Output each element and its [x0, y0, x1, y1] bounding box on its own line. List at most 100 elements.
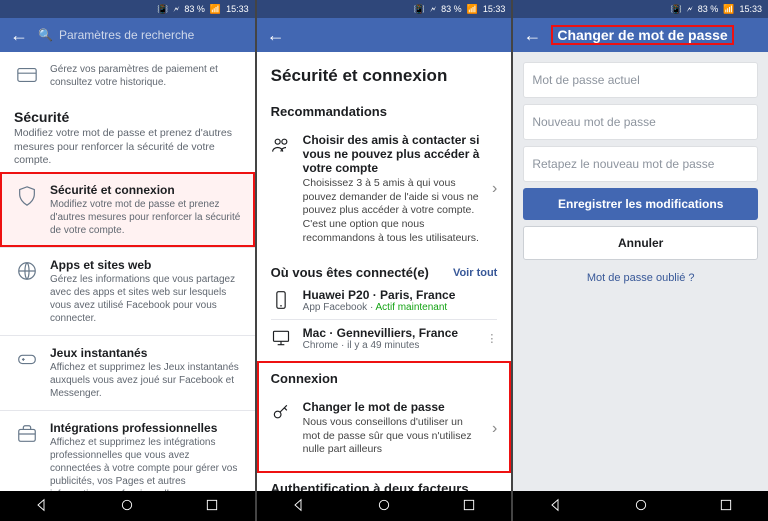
shield-icon: [14, 183, 40, 207]
signal-icon: 📶: [723, 4, 734, 15]
vibrate-icon: 📳: [671, 4, 682, 15]
twofa-header: Authentification à deux facteurs: [257, 473, 512, 491]
row-title: Intégrations professionnelles: [50, 421, 241, 435]
nav-recent[interactable]: [204, 497, 220, 516]
retype-password-input[interactable]: Retapez le nouveau mot de passe: [523, 146, 758, 182]
row-sub: Choisissez 3 à 5 amis à qui vous pouvez …: [303, 177, 482, 245]
battery-percent: 83 %: [441, 4, 462, 14]
row-sub: Nous vous conseillons d'utiliser un mot …: [303, 416, 482, 457]
current-password-input[interactable]: Mot de passe actuel: [523, 62, 758, 98]
business-integrations-row[interactable]: Intégrations professionnellesAffichez et…: [0, 410, 255, 491]
instant-games-row[interactable]: Jeux instantanésAffichez et supprimez le…: [0, 335, 255, 410]
row-sub: Modifiez votre mot de passe et prenez d'…: [50, 198, 241, 237]
page-title: Changer de mot de passe: [551, 25, 733, 45]
nav-back[interactable]: [548, 497, 564, 516]
status-bar: 📳 🗲 83 % 📶 15:33: [0, 0, 255, 18]
device-sub: Chrome · il y a 49 minutes: [303, 340, 477, 351]
nav-recent[interactable]: [461, 497, 477, 516]
android-nav: [0, 491, 255, 521]
briefcase-icon: [14, 421, 40, 445]
device-name: Huawei P20 · Paris, France: [303, 288, 498, 302]
battery-icon: 🗲: [173, 4, 179, 15]
back-button[interactable]: ←: [10, 25, 28, 46]
status-time: 15:33: [483, 4, 506, 14]
status-time: 15:33: [739, 4, 762, 14]
new-password-input[interactable]: Nouveau mot de passe: [523, 104, 758, 140]
android-nav: [513, 491, 768, 521]
back-button[interactable]: ←: [267, 25, 285, 46]
change-password-row[interactable]: Changer le mot de passe Nous vous conseil…: [257, 392, 512, 467]
back-button[interactable]: ←: [523, 25, 541, 46]
content-area: Mot de passe actuel Nouveau mot de passe…: [513, 52, 768, 491]
forgot-password-link[interactable]: Mot de passe oublié ?: [523, 272, 758, 284]
security-header: Sécurité Modifiez votre mot de passe et …: [0, 99, 255, 172]
trusted-contacts-row[interactable]: Choisir des amis à contacter si vous ne …: [257, 125, 512, 255]
device-row[interactable]: Mac · Gennevilliers, FranceChrome · il y…: [257, 320, 512, 357]
battery-percent: 83 %: [698, 4, 719, 14]
security-sub: Modifiez votre mot de passe et prenez d'…: [14, 127, 241, 168]
vibrate-icon: 📳: [157, 4, 168, 15]
payment-sub: Gérez vos paramètres de paiement et cons…: [50, 63, 241, 89]
nav-home[interactable]: [119, 497, 135, 516]
android-nav: [257, 491, 512, 521]
content-area: Gérez vos paramètres de paiement et cons…: [0, 52, 255, 491]
row-title: Changer le mot de passe: [303, 400, 482, 414]
payment-row[interactable]: Gérez vos paramètres de paiement et cons…: [0, 52, 255, 99]
status-bar: 📳 🗲 83 % 📶 15:33: [257, 0, 512, 18]
screen-change-password: 📳 🗲 83 % 📶 15:33 ← Changer de mot de pas…: [513, 0, 768, 521]
app-bar: ← 🔍 Paramètres de recherche: [0, 18, 255, 52]
signal-icon: 📶: [467, 4, 478, 15]
where-logged-in-header: Où vous êtes connecté(e) Voir tout: [257, 255, 512, 284]
nav-recent[interactable]: [718, 497, 734, 516]
phone-icon: [271, 288, 293, 313]
chevron-right-icon: ›: [492, 420, 497, 438]
recommendations-header: Recommandations: [257, 94, 512, 125]
connexion-section: Connexion Changer le mot de passe Nous vo…: [257, 361, 512, 473]
row-sub: Gérez les informations que vous partagez…: [50, 273, 241, 325]
vibrate-icon: 📳: [414, 4, 425, 15]
save-button[interactable]: Enregistrer les modifications: [523, 188, 758, 220]
section-title: Où vous êtes connecté(e): [271, 265, 429, 280]
device-name: Mac · Gennevilliers, France: [303, 326, 477, 340]
device-sub: App Facebook · Actif maintenant: [303, 302, 498, 313]
cancel-button[interactable]: Annuler: [523, 226, 758, 260]
row-title: Apps et sites web: [50, 258, 241, 272]
globe-icon: [14, 258, 40, 282]
row-title: Choisir des amis à contacter si vous ne …: [303, 133, 482, 175]
battery-icon: 🗲: [430, 4, 436, 15]
nav-back[interactable]: [291, 497, 307, 516]
signal-icon: 📶: [210, 4, 221, 15]
content-area: Sécurité et connexion Recommandations Ch…: [257, 52, 512, 491]
battery-percent: 83 %: [184, 4, 205, 14]
status-bar: 📳 🗲 83 % 📶 15:33: [513, 0, 768, 18]
search-placeholder: Paramètres de recherche: [59, 28, 194, 42]
key-icon: [271, 400, 293, 425]
battery-icon: 🗲: [687, 4, 693, 15]
friends-icon: [271, 133, 293, 158]
nav-back[interactable]: [34, 497, 50, 516]
device-row[interactable]: Huawei P20 · Paris, FranceApp Facebook ·…: [257, 284, 512, 319]
more-icon[interactable]: ⋮: [486, 332, 497, 345]
desktop-icon: [271, 326, 293, 351]
screen-security-login: 📳 🗲 83 % 📶 15:33 ← Sécurité et connexion…: [257, 0, 512, 521]
row-sub: Affichez et supprimez les Jeux instantan…: [50, 361, 241, 400]
row-sub: Affichez et supprimez les intégrations p…: [50, 436, 241, 491]
search-field[interactable]: 🔍 Paramètres de recherche: [38, 28, 245, 42]
row-title: Sécurité et connexion: [50, 183, 241, 197]
security-and-login-row[interactable]: Sécurité et connexionModifiez votre mot …: [0, 172, 255, 247]
security-title: Sécurité: [14, 109, 241, 125]
section-title: Connexion: [257, 361, 512, 392]
gamepad-icon: [14, 346, 40, 370]
nav-home[interactable]: [633, 497, 649, 516]
app-bar: ← Changer de mot de passe: [513, 18, 768, 52]
search-icon: 🔍: [38, 28, 53, 42]
row-title: Jeux instantanés: [50, 346, 241, 360]
apps-websites-row[interactable]: Apps et sites webGérez les informations …: [0, 247, 255, 335]
app-bar: ←: [257, 18, 512, 52]
payment-icon: [14, 62, 40, 86]
see-all-link[interactable]: Voir tout: [453, 267, 497, 279]
nav-home[interactable]: [376, 497, 392, 516]
page-title: Sécurité et connexion: [257, 52, 512, 94]
status-time: 15:33: [226, 4, 249, 14]
chevron-right-icon: ›: [492, 180, 497, 198]
